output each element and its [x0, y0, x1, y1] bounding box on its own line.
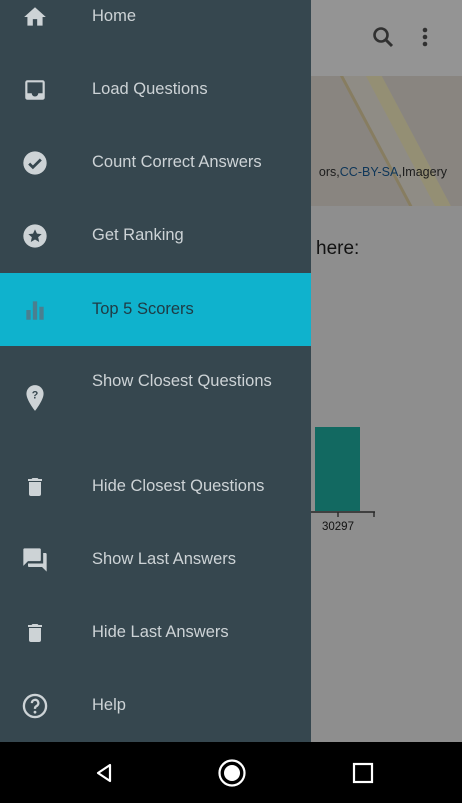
check-circle-icon — [18, 146, 52, 180]
inbox-icon — [18, 73, 52, 107]
svg-text:?: ? — [32, 390, 39, 402]
home-button-icon[interactable] — [215, 756, 249, 790]
drawer-item-label: Hide Closest Questions — [92, 477, 265, 495]
drawer-item-label: Get Ranking — [92, 226, 184, 244]
drawer-item-help[interactable]: Help — [0, 669, 311, 742]
system-nav-bar — [0, 742, 462, 803]
drawer-item-label: Home — [92, 7, 137, 25]
drawer-item-hide-last-answers[interactable]: Hide Last Answers — [0, 596, 311, 669]
trash-icon — [18, 470, 52, 504]
drawer-item-label: Count Correct Answers — [92, 153, 262, 171]
drawer-item-label: Top 5 Scorers — [92, 300, 194, 318]
help-circle-icon — [18, 689, 52, 723]
drawer-item-label: Show Last Answers — [92, 550, 236, 568]
drawer-item-get-ranking[interactable]: Get Ranking — [0, 199, 311, 272]
drawer-item-top-5-scorers[interactable]: Top 5 Scorers — [0, 273, 311, 346]
drawer-item-count-correct-answers[interactable]: Count Correct Answers — [0, 126, 311, 199]
drawer-item-label: Load Questions — [92, 80, 208, 98]
bar-chart-icon — [18, 293, 52, 327]
chat-icon — [18, 543, 52, 577]
drawer-item-home[interactable]: Home — [0, 0, 311, 53]
drawer-item-load-questions[interactable]: Load Questions — [0, 53, 311, 126]
trash-icon — [18, 616, 52, 650]
navigation-drawer: Home Load Questions Count Correct Answer… — [0, 0, 311, 742]
drawer-item-hide-closest-questions[interactable]: Hide Closest Questions — [0, 450, 311, 523]
drawer-item-label: Hide Last Answers — [92, 623, 229, 641]
drawer-item-label: Help — [92, 696, 126, 714]
map-pin-question-icon: ? — [18, 381, 52, 415]
back-icon[interactable] — [87, 756, 121, 790]
drawer-item-show-last-answers[interactable]: Show Last Answers — [0, 523, 311, 596]
recents-icon[interactable] — [346, 756, 380, 790]
home-icon — [18, 0, 52, 34]
drawer-item-show-closest-questions[interactable]: ? Show Closest Questions — [0, 346, 311, 450]
star-circle-icon — [18, 219, 52, 253]
drawer-item-label: Show Closest Questions — [92, 372, 272, 390]
